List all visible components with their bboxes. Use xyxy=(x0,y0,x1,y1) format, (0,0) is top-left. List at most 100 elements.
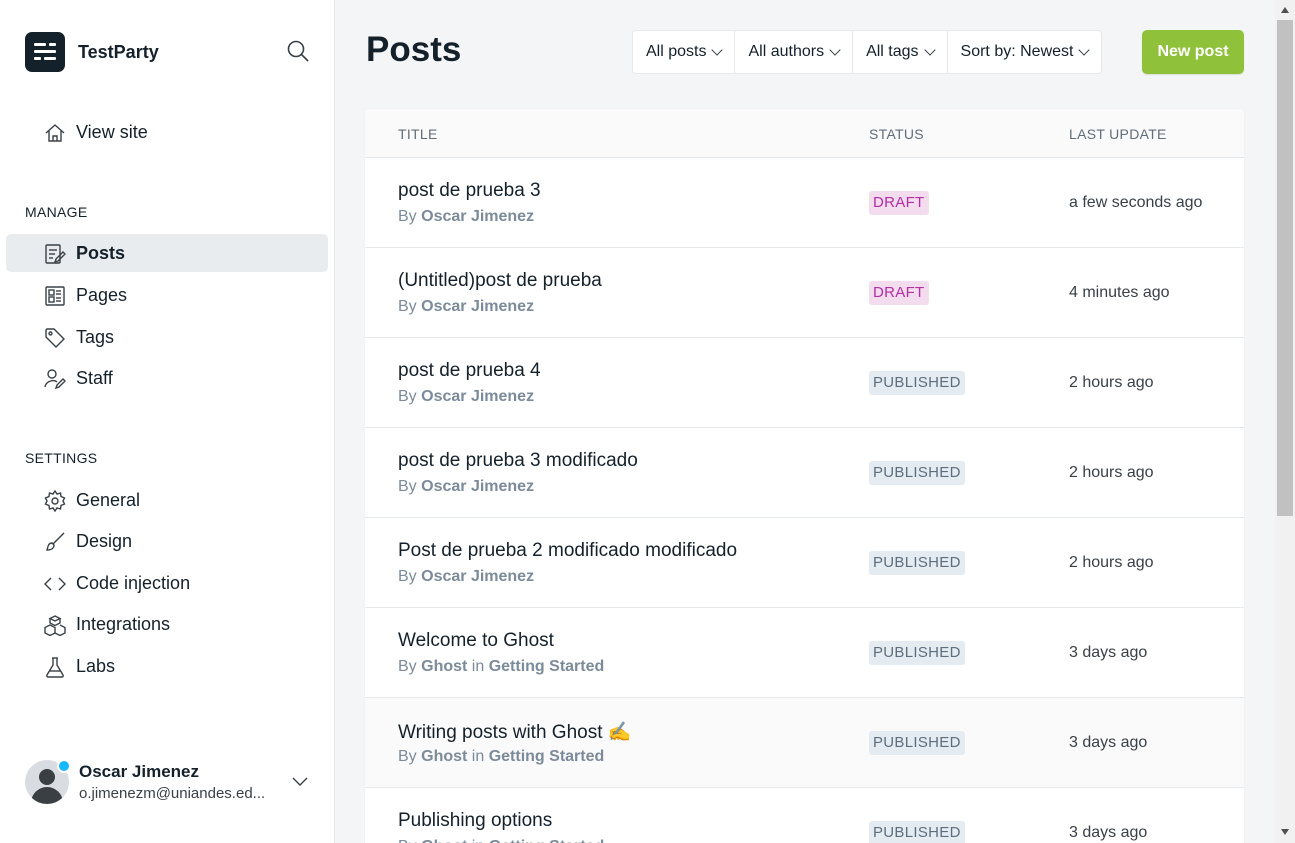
filter-label: Sort by: Newest xyxy=(960,43,1074,60)
scroll-thumb[interactable] xyxy=(1277,20,1293,516)
ghost-logo-icon xyxy=(25,32,65,72)
by-label: By xyxy=(398,568,417,585)
sidebar-item-label: Design xyxy=(76,530,133,551)
by-label: By xyxy=(398,838,417,843)
post-author: Oscar Jimenez xyxy=(421,478,535,495)
last-update: 4 minutes ago xyxy=(1069,284,1170,301)
status-badge: PUBLISHED xyxy=(869,731,965,755)
post-meta: By Ghost in Getting Started xyxy=(398,658,604,676)
sidebar-item-labs[interactable]: Labs xyxy=(6,647,328,685)
sidebar-item-label: Tags xyxy=(76,326,115,347)
sidebar-item-code-injection[interactable]: Code injection xyxy=(6,564,328,602)
post-meta: By Oscar Jimenez xyxy=(398,298,534,316)
filter-bar: All posts All authors All tags Sort by: … xyxy=(632,30,1103,74)
by-label: By xyxy=(398,478,417,495)
sort-select[interactable]: Sort by: Newest xyxy=(948,31,1102,73)
filter-label: All posts xyxy=(646,43,707,60)
last-update: 3 days ago xyxy=(1069,824,1148,841)
last-update: 3 days ago xyxy=(1069,644,1148,661)
table-row[interactable]: post de prueba 3 modificado By Oscar Jime… xyxy=(365,428,1244,518)
column-header-last-update: LAST UPDATE xyxy=(1069,126,1167,142)
post-author: Oscar Jimenez xyxy=(421,208,535,225)
posts-icon xyxy=(45,244,66,264)
filter-author-select[interactable]: All authors xyxy=(735,31,854,73)
table-row[interactable]: Post de prueba 2 modificado modificado By… xyxy=(365,518,1244,608)
post-tag: Getting Started xyxy=(488,658,605,675)
sidebar-item-label: Staff xyxy=(76,367,113,388)
scrollbar[interactable] xyxy=(1275,0,1295,843)
status-badge: PUBLISHED xyxy=(869,461,965,485)
filter-type-select[interactable]: All posts xyxy=(633,31,736,73)
filter-tag-select[interactable]: All tags xyxy=(853,31,948,73)
table-row[interactable]: Welcome to Ghost By Ghost in Getting Star… xyxy=(365,608,1244,698)
last-update: 2 hours ago xyxy=(1069,374,1154,391)
column-header-title: TITLE xyxy=(398,126,438,142)
in-label: in xyxy=(471,658,485,675)
post-title: Publishing options xyxy=(398,810,553,831)
table-header: TITLE STATUS LAST UPDATE xyxy=(365,109,1244,158)
user-menu[interactable]: Oscar Jimenez o.jimenezm@uniandes.ed... xyxy=(25,759,315,806)
post-meta: By Ghost in Getting Started xyxy=(398,748,604,766)
table-row[interactable]: Writing posts with Ghost ✍️ By Ghost in G… xyxy=(365,698,1244,788)
by-label: By xyxy=(398,658,417,675)
sidebar-item-pages[interactable]: Pages xyxy=(6,276,328,314)
sidebar-item-label: General xyxy=(76,489,141,510)
view-site-label: View site xyxy=(76,121,148,142)
post-author: Ghost xyxy=(421,748,468,765)
table-row[interactable]: post de prueba 3 By Oscar Jimenez DRAFT a f… xyxy=(365,158,1244,248)
post-author: Oscar Jimenez xyxy=(421,568,535,585)
gear-icon xyxy=(44,490,66,512)
table-row[interactable]: (Untitled)post de prueba By Oscar Jimenez… xyxy=(365,248,1244,338)
status-badge: PUBLISHED xyxy=(869,641,965,665)
by-label: By xyxy=(398,208,417,225)
filter-label: All tags xyxy=(866,43,919,60)
by-label: By xyxy=(398,298,417,315)
status-badge: PUBLISHED xyxy=(869,821,965,843)
post-author: Ghost xyxy=(421,658,468,675)
post-meta: By Oscar Jimenez xyxy=(398,388,534,406)
home-icon xyxy=(45,124,65,142)
scroll-up-arrow-icon[interactable] xyxy=(1281,7,1289,13)
chevron-down-icon xyxy=(292,777,308,786)
table-row[interactable]: post de prueba 4 By Oscar Jimenez PUBLISHE… xyxy=(365,338,1244,428)
in-label: in xyxy=(472,838,484,843)
sidebar-item-general[interactable]: General xyxy=(6,481,328,519)
chevron-down-icon xyxy=(711,44,724,56)
status-badge: PUBLISHED xyxy=(869,551,965,575)
post-title: Welcome to Ghost xyxy=(398,630,554,651)
last-update: 2 hours ago xyxy=(1069,554,1154,571)
staff-icon xyxy=(44,369,66,390)
view-site-link[interactable]: View site xyxy=(6,113,328,151)
sidebar-item-tags[interactable]: Tags xyxy=(6,318,328,356)
last-update: 3 days ago xyxy=(1069,734,1148,751)
sidebar-item-label: Posts xyxy=(76,242,126,263)
brand[interactable]: TestParty xyxy=(25,32,159,72)
code-icon xyxy=(44,577,66,591)
sidebar-item-label: Integrations xyxy=(76,613,171,634)
search-icon[interactable] xyxy=(286,39,310,63)
post-author: Oscar Jimenez xyxy=(421,298,535,315)
column-header-status: STATUS xyxy=(869,126,924,142)
table-row[interactable]: Publishing options By Ghost in Getting St… xyxy=(365,788,1244,843)
scroll-down-arrow-icon[interactable] xyxy=(1281,829,1289,835)
sidebar-item-design[interactable]: Design xyxy=(6,522,328,560)
sidebar-item-posts[interactable]: Posts xyxy=(6,234,328,272)
sidebar-item-integrations[interactable]: Integrations xyxy=(6,605,328,643)
by-label: By xyxy=(398,388,417,405)
notification-dot xyxy=(57,759,71,773)
pages-icon xyxy=(45,286,65,306)
settings-section-label: SETTINGS xyxy=(25,450,98,466)
sidebar-item-label: Pages xyxy=(76,284,128,305)
post-title: post de prueba 4 xyxy=(398,360,541,381)
post-title: Post de prueba 2 modificado modificado xyxy=(398,540,738,561)
sidebar-item-staff[interactable]: Staff xyxy=(6,359,328,397)
status-badge: PUBLISHED xyxy=(869,371,965,395)
post-title: post de prueba 3 xyxy=(398,180,541,201)
post-title: post de prueba 3 modificado xyxy=(398,450,638,471)
chevron-down-icon xyxy=(829,44,841,56)
posts-table: TITLE STATUS LAST UPDATE post de prueba … xyxy=(365,109,1244,843)
manage-section-label: MANAGE xyxy=(25,204,88,220)
user-name: Oscar Jimenez xyxy=(79,762,200,781)
new-post-button[interactable]: New post xyxy=(1142,30,1244,74)
post-title: (Untitled)post de prueba xyxy=(398,270,602,291)
